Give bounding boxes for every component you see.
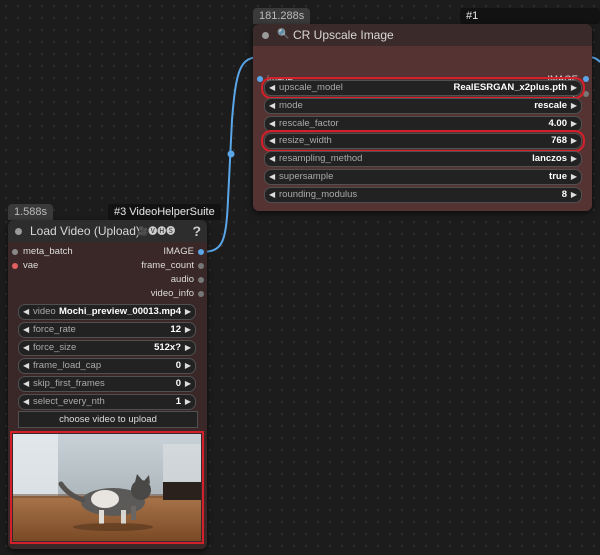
increment-arrow-icon[interactable]: ▶ bbox=[571, 134, 577, 148]
video-preview-frame bbox=[13, 434, 201, 541]
skip-first-frames-widget[interactable]: ◀ skip_first_frames 0 ▶ bbox=[18, 376, 196, 392]
upscale-model-widget[interactable]: ◀ upscale_model RealESRGAN_x2plus.pth ▶ bbox=[261, 77, 585, 99]
increment-arrow-icon[interactable]: ▶ bbox=[185, 395, 191, 409]
choose-video-upload-button[interactable]: choose video to upload bbox=[18, 411, 198, 428]
decrement-arrow-icon[interactable]: ◀ bbox=[269, 152, 275, 166]
supersample-widget[interactable]: ◀ supersample true ▶ bbox=[264, 169, 582, 185]
meta-batch-input-socket[interactable] bbox=[12, 249, 18, 255]
increment-arrow-icon[interactable]: ▶ bbox=[185, 323, 191, 337]
widget-value: 0 bbox=[175, 360, 181, 371]
help-icon[interactable]: ? bbox=[192, 220, 201, 242]
audio-output-socket[interactable] bbox=[198, 277, 204, 283]
widget-label: frame_load_cap bbox=[33, 360, 102, 371]
widget-label: resampling_method bbox=[279, 153, 363, 164]
widget-label: skip_first_frames bbox=[33, 378, 105, 389]
frame-count-output-socket[interactable] bbox=[198, 263, 204, 269]
vae-input-label: vae bbox=[23, 260, 39, 271]
increment-arrow-icon[interactable]: ▶ bbox=[571, 99, 577, 113]
decrement-arrow-icon[interactable]: ◀ bbox=[269, 81, 275, 95]
decrement-arrow-icon[interactable]: ◀ bbox=[23, 341, 29, 355]
vae-input-socket[interactable] bbox=[12, 263, 18, 269]
rounding-modulus-widget[interactable]: ◀ rounding_modulus 8 ▶ bbox=[264, 187, 582, 203]
decrement-arrow-icon[interactable]: ◀ bbox=[269, 99, 275, 113]
video-source-badge: #3 VideoHelperSuite bbox=[108, 204, 221, 220]
widget-value: RealESRGAN_x2plus.pth bbox=[453, 82, 568, 93]
increment-arrow-icon[interactable]: ▶ bbox=[185, 305, 191, 319]
increment-arrow-icon[interactable]: ▶ bbox=[571, 188, 577, 202]
frame-count-output-label: frame_count bbox=[141, 260, 194, 271]
upscale-exec-time-badge: 181.288s bbox=[253, 8, 311, 24]
decrement-arrow-icon[interactable]: ◀ bbox=[23, 323, 29, 337]
mode-widget[interactable]: ◀ mode rescale ▶ bbox=[264, 98, 582, 114]
force-rate-widget[interactable]: ◀ force_rate 12 ▶ bbox=[18, 322, 196, 338]
decrement-arrow-icon[interactable]: ◀ bbox=[23, 377, 29, 391]
decrement-arrow-icon[interactable]: ◀ bbox=[269, 134, 275, 148]
video-info-output-label: video_info bbox=[150, 288, 194, 299]
widget-value: 4.00 bbox=[548, 118, 568, 129]
frame-load-cap-widget[interactable]: ◀ frame_load_cap 0 ▶ bbox=[18, 358, 196, 374]
increment-arrow-icon[interactable]: ▶ bbox=[185, 359, 191, 373]
select-every-nth-widget[interactable]: ◀ select_every_nth 1 ▶ bbox=[18, 394, 196, 410]
upscale-node-title-bar[interactable]: 🔍 CR Upscale Image bbox=[253, 24, 592, 46]
video-node-title: Load Video (Upload) bbox=[30, 224, 140, 238]
video-node-title-bar[interactable]: Load Video (Upload) 🎥🅥🅗🅢 ? bbox=[8, 220, 207, 242]
rescale-factor-widget[interactable]: ◀ rescale_factor 4.00 ▶ bbox=[264, 116, 582, 132]
increment-arrow-icon[interactable]: ▶ bbox=[571, 117, 577, 131]
force-size-widget[interactable]: ◀ force_size 512x? ▶ bbox=[18, 340, 196, 356]
search-icon: 🔍 bbox=[277, 29, 290, 40]
vhs-logo-icon: 🎥🅥🅗🅢 bbox=[137, 226, 176, 236]
video-file-widget[interactable]: ◀ video Mochi_preview_00013.mp4 ▶ bbox=[18, 304, 196, 320]
increment-arrow-icon[interactable]: ▶ bbox=[185, 341, 191, 355]
widget-value: lanczos bbox=[532, 153, 567, 164]
widget-label: supersample bbox=[279, 171, 334, 182]
widget-value: rescale bbox=[534, 100, 567, 111]
image-input-socket[interactable] bbox=[257, 76, 263, 82]
decrement-arrow-icon[interactable]: ◀ bbox=[269, 188, 275, 202]
widget-label: upscale_model bbox=[279, 82, 343, 93]
decrement-arrow-icon[interactable]: ◀ bbox=[269, 117, 275, 131]
increment-arrow-icon[interactable]: ▶ bbox=[571, 81, 577, 95]
increment-arrow-icon[interactable]: ▶ bbox=[571, 170, 577, 184]
widget-value: true bbox=[549, 171, 567, 182]
upscale-source-badge: #1 Comfyroll_CustomNodes bbox=[460, 8, 600, 38]
image-output-socket[interactable] bbox=[198, 249, 204, 255]
image-output-socket[interactable] bbox=[583, 76, 589, 82]
video-exec-time-badge: 1.588s bbox=[8, 204, 54, 220]
widget-value: 1 bbox=[175, 396, 181, 407]
video-preview bbox=[10, 431, 204, 544]
increment-arrow-icon[interactable]: ▶ bbox=[185, 377, 191, 391]
resize-width-widget[interactable]: ◀ resize_width 768 ▶ bbox=[261, 130, 585, 152]
decrement-arrow-icon[interactable]: ◀ bbox=[23, 359, 29, 373]
widget-value: 0 bbox=[175, 378, 181, 389]
widget-label: video bbox=[33, 306, 56, 317]
widget-label: select_every_nth bbox=[33, 396, 105, 407]
resampling-method-widget[interactable]: ◀ resampling_method lanczos ▶ bbox=[264, 151, 582, 167]
widget-label: mode bbox=[279, 100, 303, 111]
image-output-label: IMAGE bbox=[163, 246, 194, 257]
widget-value: Mochi_preview_00013.mp4 bbox=[59, 306, 181, 317]
widget-value: 8 bbox=[561, 189, 567, 200]
widget-value: 12 bbox=[170, 324, 181, 335]
show-help-output-socket[interactable] bbox=[583, 91, 589, 97]
widget-value: 512x? bbox=[154, 342, 181, 353]
widget-label: rounding_modulus bbox=[279, 189, 358, 200]
widget-label: force_size bbox=[33, 342, 77, 353]
video-info-output-socket[interactable] bbox=[198, 291, 204, 297]
widget-value: 768 bbox=[551, 135, 567, 146]
widget-label: rescale_factor bbox=[279, 118, 339, 129]
upscale-node-title: CR Upscale Image bbox=[293, 28, 394, 42]
collapse-dot-icon[interactable] bbox=[262, 32, 269, 39]
decrement-arrow-icon[interactable]: ◀ bbox=[269, 170, 275, 184]
increment-arrow-icon[interactable]: ▶ bbox=[571, 152, 577, 166]
widget-label: force_rate bbox=[33, 324, 76, 335]
wire-midpoint-handle bbox=[227, 150, 235, 158]
audio-output-label: audio bbox=[170, 274, 194, 285]
meta-batch-input-label: meta_batch bbox=[23, 246, 73, 257]
decrement-arrow-icon[interactable]: ◀ bbox=[23, 395, 29, 409]
collapse-dot-icon[interactable] bbox=[15, 228, 22, 235]
widget-label: resize_width bbox=[279, 135, 332, 146]
decrement-arrow-icon[interactable]: ◀ bbox=[23, 305, 29, 319]
